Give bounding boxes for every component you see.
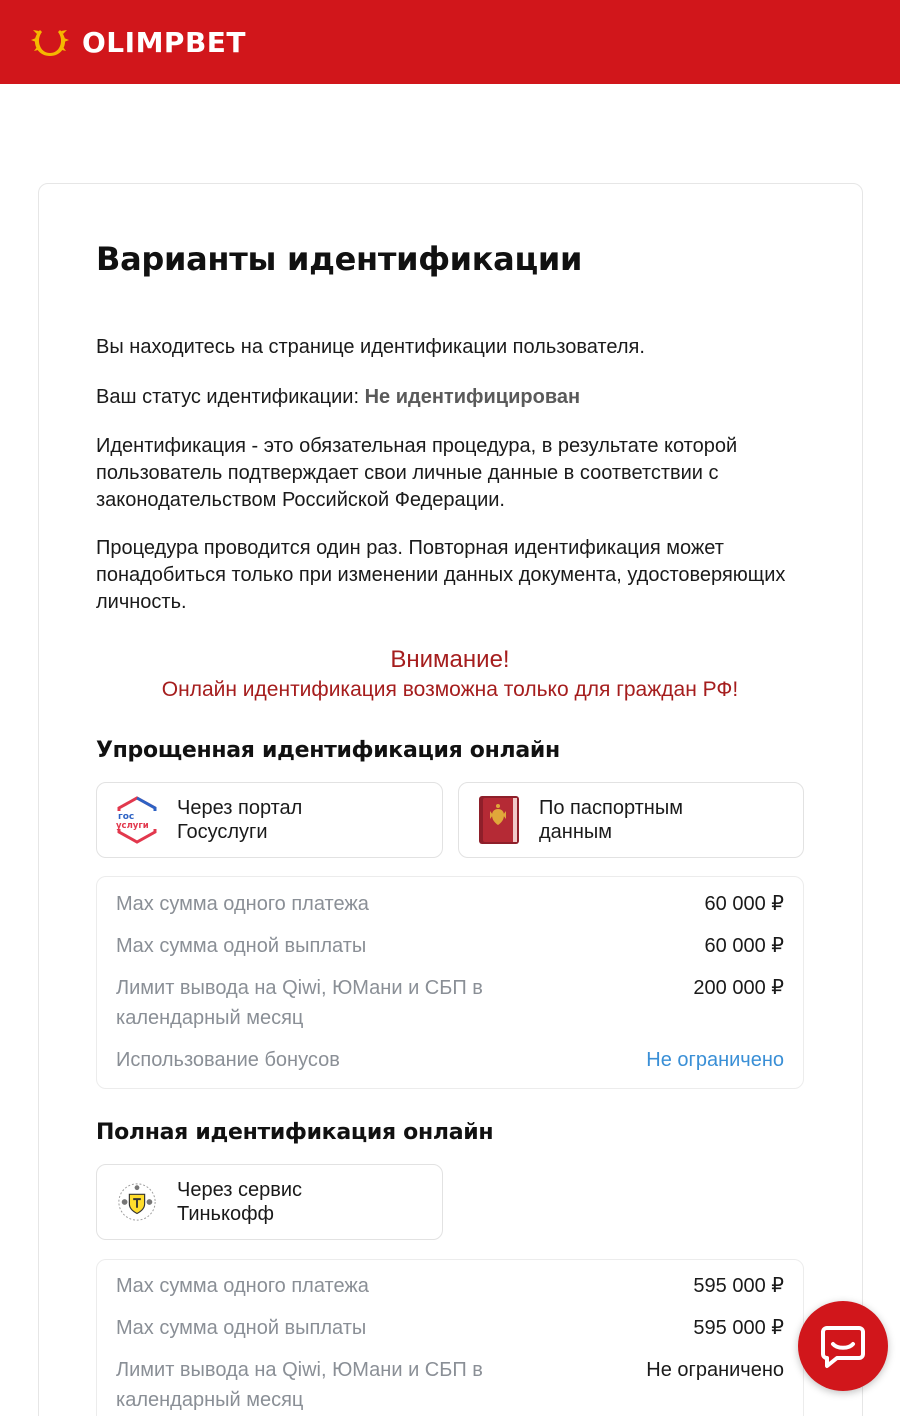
limit-label: Max сумма одной выплаты [116, 1317, 367, 1339]
limit-row: Использование бонусов Не ограничено [116, 1045, 784, 1075]
page-title: Варианты идентификации [96, 240, 583, 278]
limit-value: 200 000 ₽ [693, 977, 784, 999]
chat-button[interactable] [798, 1301, 888, 1391]
limit-row: Max сумма одного платежа 60 000 ₽ [116, 889, 784, 919]
limit-value: 60 000 ₽ [704, 893, 784, 915]
status-line: Ваш статус идентификации: Не идентифицир… [96, 384, 816, 411]
brand-logo[interactable]: OLIMPBET [30, 22, 246, 62]
limit-row: Max сумма одного платежа 595 000 ₽ [116, 1271, 784, 1301]
full-section-title: Полная идентификация онлайн [96, 1120, 494, 1145]
passport-method-button[interactable]: По паспортным данным [458, 782, 804, 858]
limit-label: Лимит вывода на Qiwi, ЮМани и СБП в кале… [116, 1359, 483, 1411]
limit-value: 595 000 ₽ [693, 1275, 784, 1297]
simplified-limits-table: Max сумма одного платежа 60 000 ₽ Max су… [96, 876, 804, 1089]
tinkoff-icon [115, 1177, 159, 1227]
description-text: Идентификация - это обязательная процеду… [96, 435, 738, 511]
gosuslugi-icon: гос услуги [115, 795, 159, 845]
gosuslugi-method-label: Через портал Госуслуги [177, 797, 303, 843]
limit-value: Не ограничено [646, 1049, 784, 1071]
limit-label: Использование бонусов [116, 1049, 340, 1071]
simplified-section-title: Упрощенная идентификация онлайн [96, 738, 560, 763]
full-limits-table: Max сумма одного платежа 595 000 ₽ Max с… [96, 1259, 804, 1416]
status-value: Не идентифицирован [364, 386, 581, 408]
limit-label: Лимит вывода на Qiwi, ЮМани и СБП в кале… [116, 977, 483, 1029]
brand-name: OLIMPBET [82, 25, 247, 59]
warning-text: Онлайн идентификация возможна только для… [161, 678, 739, 701]
intro-text: Вы находитесь на странице идентификации … [96, 336, 645, 358]
svg-text:услуги: услуги [116, 821, 149, 831]
limit-row: Max сумма одной выплаты 595 000 ₽ [116, 1313, 784, 1343]
limit-label: Max сумма одной выплаты [116, 935, 367, 957]
gosuslugi-method-button[interactable]: гос услуги Через портал Госуслуги [96, 782, 443, 858]
limit-row: Лимит вывода на Qiwi, ЮМани и СБП в кале… [116, 1355, 784, 1415]
limit-row: Max сумма одной выплаты 60 000 ₽ [116, 931, 784, 961]
limit-value: Не ограничено [646, 1359, 784, 1381]
chat-bubble-icon [821, 1326, 865, 1368]
limit-label: Max сумма одного платежа [116, 893, 369, 915]
header-bar: OLIMPBET [0, 0, 900, 84]
status-label: Ваш статус идентификации: [96, 386, 365, 408]
limit-value: 595 000 ₽ [693, 1317, 784, 1339]
limit-row: Лимит вывода на Qiwi, ЮМани и СБП в кале… [116, 973, 784, 1033]
limit-label: Max сумма одного платежа [116, 1275, 369, 1297]
laurel-wreath-icon [31, 30, 69, 56]
tinkoff-method-label: Через сервис Тинькофф [177, 1179, 303, 1225]
passport-method-label: По паспортным данным [539, 797, 683, 843]
warning-title: Внимание! [390, 646, 510, 673]
limit-value: 60 000 ₽ [704, 935, 784, 957]
procedure-text: Процедура проводится один раз. Повторная… [96, 537, 786, 613]
passport-icon [477, 795, 521, 845]
tinkoff-method-button[interactable]: Через сервис Тинькофф [96, 1164, 443, 1240]
